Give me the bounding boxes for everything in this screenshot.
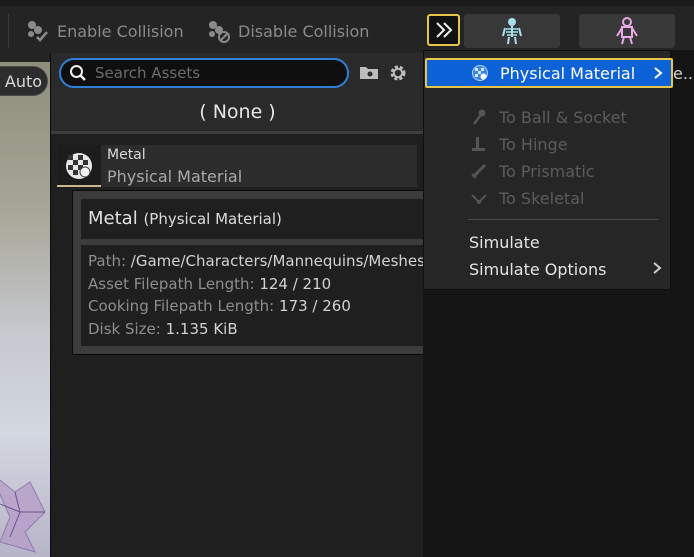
menu-item-to-prismatic[interactable]: To Prismatic <box>424 158 672 184</box>
overflow-menu: Physical Material To Ball & Socket To Hi… <box>423 50 673 290</box>
cook-length-value: 173 / 260 <box>279 297 351 315</box>
prismatic-icon <box>471 163 487 179</box>
tooltip-asset-length-row: Asset Filepath Length: 124 / 210 <box>88 273 448 296</box>
cook-length-key: Cooking Filepath Length: <box>88 297 275 315</box>
auto-button[interactable]: Auto <box>0 66 48 96</box>
menu-item-physical-material[interactable]: Physical Material <box>425 58 673 88</box>
menu-item-simulate[interactable]: Simulate <box>424 229 672 255</box>
chevron-right-icon <box>653 262 662 274</box>
menu-item-label: To Prismatic <box>499 161 595 181</box>
menu-right-region <box>671 50 694 557</box>
tooltip-path-row: Path: /Game/Characters/Mannequins/Meshes <box>88 250 448 273</box>
disable-collision-button[interactable]: Disable Collision <box>205 14 369 48</box>
physical-material-icon <box>66 153 92 179</box>
asset-length-value: 124 / 210 <box>259 274 332 293</box>
menu-item-simulate-options[interactable]: Simulate Options <box>424 256 672 282</box>
asset-tile-metal[interactable]: Metal Physical Material <box>57 145 417 187</box>
picker-divider <box>51 131 424 134</box>
physics-asset-editor: Enable Collision Disable Collision Auto <box>0 0 694 557</box>
search-box[interactable] <box>59 58 349 88</box>
folder-icon[interactable] <box>359 63 379 81</box>
hinge-icon <box>472 137 485 151</box>
menu-item-label: Simulate <box>469 232 540 252</box>
physics-body-icon <box>616 17 638 45</box>
asset-type: Physical Material <box>107 167 243 186</box>
search-input[interactable] <box>95 64 325 82</box>
skeleton-icon <box>502 18 522 45</box>
physical-material-icon <box>472 65 488 81</box>
menu-item-label: Physical Material <box>500 64 636 83</box>
tooltip-disk-size-row: Disk Size: 1.135 KiB <box>88 318 448 341</box>
enable-collision-icon <box>28 21 48 42</box>
mesh-wireframe <box>0 479 46 553</box>
skeleton-mode-button[interactable] <box>464 14 560 48</box>
menu-item-label: To Skeletal <box>499 188 585 208</box>
tooltip-asset-name: Metal <box>88 208 138 229</box>
menu-backdrop <box>423 290 671 557</box>
tooltip-cook-length-row: Cooking Filepath Length: 173 / 260 <box>88 295 448 318</box>
tooltip-details: Path: /Game/Characters/Mannequins/Meshes… <box>81 245 455 346</box>
asset-length-key: Asset Filepath Length: <box>88 274 255 293</box>
tooltip-title: Metal (Physical Material) <box>81 199 455 239</box>
menu-item-label: Simulate Options <box>469 259 607 279</box>
path-key: Path: <box>88 252 127 270</box>
menu-item-to-ball-socket[interactable]: To Ball & Socket <box>424 104 672 130</box>
menu-item-label: To Hinge <box>499 134 568 154</box>
path-value: /Game/Characters/Mannequins/Meshes <box>130 252 425 270</box>
enable-collision-button[interactable]: Enable Collision <box>24 14 184 48</box>
settings-gear-icon[interactable] <box>388 63 408 83</box>
menu-item-label: To Ball & Socket <box>499 107 627 127</box>
menu-item-to-skeletal[interactable]: To Skeletal <box>424 185 672 211</box>
tooltip-asset-type: (Physical Material) <box>143 210 282 228</box>
asset-type-underline <box>57 185 101 187</box>
skeletal-icon <box>471 194 487 204</box>
none-option[interactable]: ( None ) <box>51 93 424 131</box>
asset-tooltip: Metal (Physical Material) Path: /Game/Ch… <box>72 190 464 355</box>
physics-body-mode-button[interactable] <box>579 14 675 48</box>
disable-collision-icon <box>209 21 230 43</box>
disable-collision-label: Disable Collision <box>238 21 370 41</box>
toolbar-separator <box>8 14 9 48</box>
truncated-label: e... <box>673 64 694 83</box>
search-icon <box>70 65 86 81</box>
picker-header: ( None ) <box>51 53 424 134</box>
menu-divider <box>468 219 658 220</box>
enable-collision-label: Enable Collision <box>57 21 184 41</box>
asset-thumbnail <box>57 145 101 187</box>
double-chevron-right-icon <box>435 22 452 38</box>
disk-size-value: 1.135 KiB <box>165 319 238 338</box>
asset-name: Metal <box>107 147 146 163</box>
toolbar-overflow-button[interactable] <box>427 14 460 46</box>
viewport[interactable] <box>0 62 50 557</box>
chevron-right-icon <box>654 67 663 79</box>
disk-size-key: Disk Size: <box>88 319 161 338</box>
toolbar-strip <box>0 0 694 6</box>
ball-socket-icon <box>473 109 486 125</box>
menu-item-to-hinge[interactable]: To Hinge <box>424 131 672 157</box>
